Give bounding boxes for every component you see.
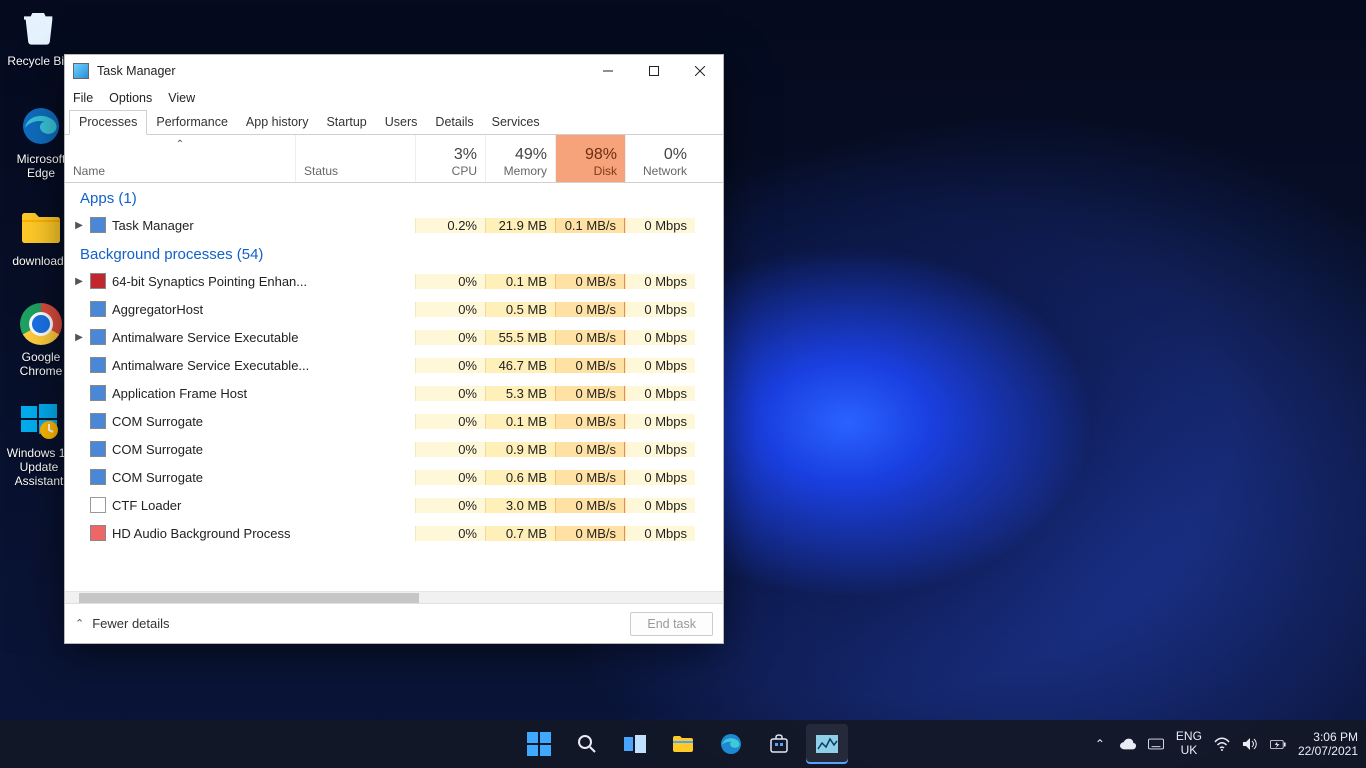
app-icon <box>90 413 106 429</box>
wifi-icon[interactable] <box>1214 736 1230 752</box>
chevron-right-icon[interactable]: ▶ <box>74 332 84 343</box>
language-indicator[interactable]: ENGUK <box>1176 730 1202 758</box>
onedrive-icon[interactable] <box>1120 736 1136 752</box>
chevron-right-icon[interactable]: ▶ <box>74 276 84 287</box>
tab-startup[interactable]: Startup <box>317 111 375 134</box>
app-icon <box>90 357 106 373</box>
group-row-background: Background processes (54) <box>65 239 723 267</box>
windows-update-icon <box>17 398 61 442</box>
sort-indicator-icon: ⌃ <box>176 139 184 150</box>
chevron-up-icon: ⌃ <box>75 617 84 630</box>
process-row[interactable]: ▶Antimalware Service Executable 0%55.5 M… <box>65 323 723 351</box>
process-row[interactable]: ▶Antimalware Service Executable... 0%46.… <box>65 351 723 379</box>
menubar: File Options View <box>65 87 723 109</box>
tab-app-history[interactable]: App history <box>237 111 318 134</box>
touch-keyboard-icon[interactable] <box>1148 736 1164 752</box>
header-disk[interactable]: 98%Disk <box>555 135 625 182</box>
task-manager-icon <box>73 63 89 79</box>
menu-view[interactable]: View <box>168 91 195 105</box>
task-view-icon <box>623 732 647 756</box>
titlebar[interactable]: Task Manager <box>65 55 723 87</box>
process-row[interactable]: ▶AggregatorHost 0%0.5 MB0 MB/s0 Mbps <box>65 295 723 323</box>
fewer-details-button[interactable]: Fewer details <box>92 616 169 631</box>
column-headers: ⌃ Name Status 3%CPU 49%Memory 98%Disk 0%… <box>65 135 723 183</box>
process-row[interactable]: ▶COM Surrogate 0%0.6 MB0 MB/s0 Mbps <box>65 463 723 491</box>
store-button[interactable] <box>758 724 800 764</box>
app-icon <box>90 497 106 513</box>
header-network[interactable]: 0%Network <box>625 135 695 182</box>
edge-icon <box>19 104 63 148</box>
menu-options[interactable]: Options <box>109 91 152 105</box>
menu-file[interactable]: File <box>73 91 93 105</box>
system-tray: ⌃ ENGUK 3:06 PM22/07/2021 <box>1092 730 1358 759</box>
folder-icon <box>671 732 695 756</box>
store-icon <box>767 732 791 756</box>
taskbar: ⌃ ENGUK 3:06 PM22/07/2021 <box>0 720 1366 768</box>
task-manager-taskbar-button[interactable] <box>806 724 848 764</box>
minimize-button[interactable] <box>585 55 631 87</box>
folder-icon <box>19 206 63 250</box>
header-memory[interactable]: 49%Memory <box>485 135 555 182</box>
file-explorer-button[interactable] <box>662 724 704 764</box>
task-manager-icon <box>815 732 839 756</box>
group-row-apps: Apps (1) <box>65 183 723 211</box>
app-icon <box>90 273 106 289</box>
edge-icon <box>719 732 743 756</box>
app-icon <box>90 385 106 401</box>
app-icon <box>90 301 106 317</box>
process-row[interactable]: ▶COM Surrogate 0%0.9 MB0 MB/s0 Mbps <box>65 435 723 463</box>
process-row[interactable]: ▶COM Surrogate 0%0.1 MB0 MB/s0 Mbps <box>65 407 723 435</box>
speaker-icon <box>90 525 106 541</box>
process-row[interactable]: ▶CTF Loader 0%3.0 MB0 MB/s0 Mbps <box>65 491 723 519</box>
close-button[interactable] <box>677 55 723 87</box>
header-name[interactable]: ⌃ Name <box>65 135 295 182</box>
tray-overflow-button[interactable]: ⌃ <box>1092 736 1108 752</box>
header-cpu[interactable]: 3%CPU <box>415 135 485 182</box>
chevron-right-icon[interactable]: ▶ <box>74 220 84 231</box>
app-icon <box>90 329 106 345</box>
task-view-button[interactable] <box>614 724 656 764</box>
chrome-icon <box>19 302 63 346</box>
process-row[interactable]: ▶HD Audio Background Process 0%0.7 MB0 M… <box>65 519 723 547</box>
volume-icon[interactable] <box>1242 736 1258 752</box>
tab-services[interactable]: Services <box>483 111 549 134</box>
tab-performance[interactable]: Performance <box>147 111 237 134</box>
maximize-button[interactable] <box>631 55 677 87</box>
recycle-bin-icon <box>17 6 61 50</box>
clock[interactable]: 3:06 PM22/07/2021 <box>1298 730 1358 759</box>
window-title: Task Manager <box>97 64 176 78</box>
tabbar: Processes Performance App history Startu… <box>65 109 723 135</box>
process-list[interactable]: Apps (1) ▶Task Manager 0.2% 21.9 MB 0.1 … <box>65 183 723 591</box>
horizontal-scrollbar[interactable] <box>65 591 723 603</box>
app-icon <box>90 217 106 233</box>
process-row[interactable]: ▶Task Manager 0.2% 21.9 MB 0.1 MB/s 0 Mb… <box>65 211 723 239</box>
task-manager-window: Task Manager File Options View Processes… <box>64 54 724 644</box>
end-task-button[interactable]: End task <box>630 612 713 636</box>
start-button[interactable] <box>518 724 560 764</box>
group-bg-label: Background processes (54) <box>74 238 269 269</box>
search-icon <box>575 732 599 756</box>
process-row[interactable]: ▶64-bit Synaptics Pointing Enhan... 0%0.… <box>65 267 723 295</box>
app-icon <box>90 441 106 457</box>
tab-users[interactable]: Users <box>376 111 427 134</box>
edge-button[interactable] <box>710 724 752 764</box>
taskbar-center <box>518 724 848 764</box>
group-apps-label: Apps (1) <box>74 183 143 213</box>
process-row[interactable]: ▶Application Frame Host 0%5.3 MB0 MB/s0 … <box>65 379 723 407</box>
footer: ⌃ Fewer details End task <box>65 603 723 643</box>
search-button[interactable] <box>566 724 608 764</box>
app-icon <box>90 469 106 485</box>
scrollbar-thumb[interactable] <box>79 593 419 603</box>
battery-icon[interactable] <box>1270 736 1286 752</box>
header-status[interactable]: Status <box>295 135 415 182</box>
tab-processes[interactable]: Processes <box>69 110 147 135</box>
tab-details[interactable]: Details <box>426 111 482 134</box>
